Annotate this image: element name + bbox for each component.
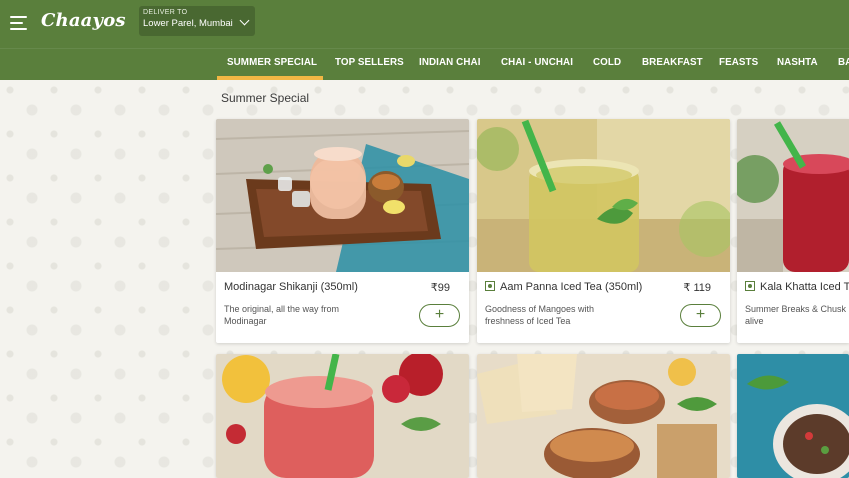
menu-icon[interactable] (10, 16, 27, 30)
product-card[interactable] (216, 354, 469, 478)
tab-cold[interactable]: COLD (593, 49, 621, 80)
tab-breakfast[interactable]: BREAKFAST (642, 49, 703, 80)
add-to-cart-button[interactable]: + (680, 304, 721, 327)
add-to-cart-button[interactable]: + (419, 304, 460, 327)
product-card[interactable] (477, 354, 730, 478)
product-card[interactable] (737, 354, 849, 478)
brand-logo[interactable]: Chaayos (41, 10, 126, 31)
veg-indicator-icon (485, 281, 495, 291)
product-name: Modinagar Shikanji (350ml) (224, 281, 358, 293)
tab-indian-chai[interactable]: INDIAN CHAI (419, 49, 481, 80)
tab-chai-unchai[interactable]: CHAI - UNCHAI (501, 49, 573, 80)
veg-indicator-icon (745, 281, 755, 291)
product-card[interactable]: Modinagar Shikanji (350ml) ₹99 The origi… (216, 119, 469, 343)
tab-truncated[interactable]: BA (838, 49, 849, 80)
product-image (477, 119, 730, 272)
category-nav: SUMMER SPECIAL TOP SELLERS INDIAN CHAI C… (0, 48, 849, 80)
product-price: ₹ 119 (683, 282, 711, 294)
delivery-location: Lower Parel, Mumbai (143, 18, 233, 29)
product-price: ₹99 (430, 282, 450, 294)
product-image (737, 354, 849, 478)
product-name: Kala Khatta Iced T (745, 281, 849, 293)
product-description: Goodness of Mangoes with freshness of Ic… (485, 304, 595, 326)
top-bar: Chaayos DELIVER TO Lower Parel, Mumbai (0, 0, 849, 48)
tab-feasts[interactable]: FEASTS (719, 49, 758, 80)
tab-nashta[interactable]: NASHTA (777, 49, 818, 80)
tab-top-sellers[interactable]: TOP SELLERS (335, 49, 404, 80)
product-description: Summer Breaks & Chusk alive (745, 304, 847, 326)
active-tab-indicator (217, 76, 323, 80)
product-name: Aam Panna Iced Tea (350ml) (485, 281, 642, 293)
deliver-to-label: DELIVER TO (143, 9, 188, 16)
product-image (477, 354, 730, 478)
product-image (216, 354, 469, 478)
product-description: The original, all the way from Modinagar (224, 304, 340, 326)
product-image (737, 119, 849, 272)
product-card[interactable]: Kala Khatta Iced T Summer Breaks & Chusk… (737, 119, 849, 343)
product-image (216, 119, 469, 272)
delivery-location-selector[interactable]: DELIVER TO Lower Parel, Mumbai (139, 6, 255, 36)
product-card[interactable]: Aam Panna Iced Tea (350ml) ₹ 119 Goodnes… (477, 119, 730, 343)
section-title: Summer Special (221, 91, 310, 105)
